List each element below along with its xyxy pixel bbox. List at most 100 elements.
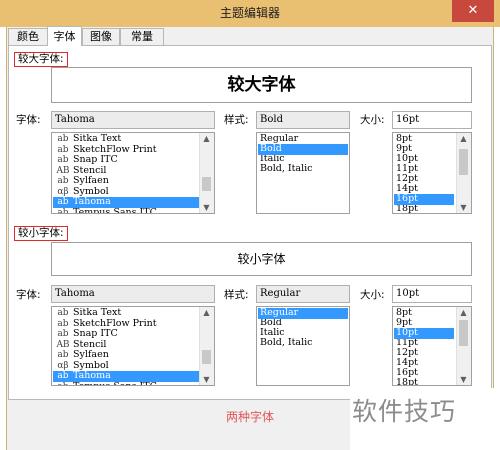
size-list-item[interactable]: 14pt: [394, 183, 454, 195]
font-type-icon: ab: [57, 197, 69, 207]
font-list-item[interactable]: abTempus Sans ITC: [53, 381, 199, 386]
font-list-item[interactable]: AB Stencil: [53, 164, 199, 177]
close-button[interactable]: ✕: [452, 0, 494, 22]
font-list-item[interactable]: ab Sitka Text: [53, 307, 199, 319]
size-list-item[interactable]: 16pt: [394, 193, 454, 205]
scroll-up-icon[interactable]: ▲: [200, 307, 213, 318]
size-list-item[interactable]: 8pt: [394, 133, 454, 145]
font-type-icon: ab: [57, 176, 69, 186]
size-list-item[interactable]: 10pt: [394, 153, 454, 165]
large-size-list[interactable]: 18pt 16pt 14pt 12pt 11pt 10pt 9pt 8pt ▲ ▼: [392, 132, 472, 214]
font-type-icon: ab: [57, 144, 69, 155]
style-list-item[interactable]: Bold, Italic: [258, 163, 348, 175]
tab-images[interactable]: 图像: [82, 28, 120, 45]
font-type-icon: AB: [56, 165, 70, 176]
font-list-item[interactable]: ab Tahoma: [53, 196, 199, 208]
scroll-thumb[interactable]: [459, 320, 468, 346]
size-list-item[interactable]: 9pt: [394, 143, 454, 155]
small-style-list[interactable]: Bold, Italic Italic Bold Regular: [256, 306, 350, 386]
scroll-up-icon[interactable]: ▲: [200, 133, 213, 144]
font-list-item[interactable]: αβ Symbol: [53, 185, 199, 198]
large-size-field[interactable]: 16pt: [392, 111, 472, 129]
font-type-icon: ab: [57, 329, 69, 339]
scroll-thumb[interactable]: [202, 177, 211, 191]
size-list-item[interactable]: 12pt: [394, 347, 454, 359]
style-list-item[interactable]: Bold, Italic: [258, 337, 348, 349]
font-list-item[interactable]: ab SketchFlow Print: [53, 317, 199, 330]
font-name: SketchFlow Print: [73, 317, 157, 329]
font-type-icon: ab: [53, 382, 73, 386]
size-list-item[interactable]: 14pt: [394, 357, 454, 369]
size-list-item[interactable]: 9pt: [394, 317, 454, 329]
size-list-item[interactable]: 18pt: [394, 203, 454, 213]
style-list-item[interactable]: Italic: [258, 327, 348, 339]
large-style-list[interactable]: Bold, Italic Italic Bold Regular: [256, 132, 350, 214]
font-list-item[interactable]: αβ Symbol: [53, 360, 199, 372]
size-list-item[interactable]: 16pt: [394, 367, 454, 379]
font-list-item[interactable]: ab Tahoma: [53, 370, 199, 382]
large-style-field[interactable]: Bold: [256, 111, 350, 129]
style-list-item[interactable]: Bold: [258, 143, 348, 155]
font-type-icon: ab: [57, 350, 69, 360]
size-list-item[interactable]: 11pt: [394, 163, 454, 175]
small-size-field[interactable]: 10pt: [392, 285, 472, 303]
size-list-item[interactable]: 8pt: [394, 307, 454, 319]
large-font-field[interactable]: Tahoma: [51, 111, 215, 129]
size-list-item[interactable]: 12pt: [394, 173, 454, 185]
small-font-field[interactable]: Tahoma: [51, 285, 215, 303]
font-list-item[interactable]: ab Sitka Text: [53, 133, 199, 145]
size-list-item[interactable]: 11pt: [394, 337, 454, 349]
large-font-list[interactable]: ab Tempus Sans ITC ab Tahoma αβ Symbol ab Sylfa…: [51, 132, 215, 214]
large-style-label: 样式:: [224, 114, 249, 126]
font-name: Sylfaen: [73, 349, 109, 360]
font-type-icon: ab: [57, 155, 69, 165]
style-list-item[interactable]: Bold: [258, 317, 348, 329]
large-font-label: 字体:: [16, 114, 41, 126]
font-list-item[interactable]: AB Stencil: [53, 339, 199, 351]
font-type-icon: ab: [57, 134, 69, 144]
scroll-up-icon[interactable]: ▲: [457, 133, 470, 144]
large-font-group-label: 较大字体:: [14, 52, 68, 67]
font-name: Tempus Sans ITC: [73, 206, 157, 214]
small-size-list-scrollbar[interactable]: ▲ ▼: [456, 307, 471, 385]
font-list-item[interactable]: ab Sylfaen: [53, 349, 199, 361]
large-size-label: 大小:: [360, 114, 385, 126]
font-name: Sitka Text: [73, 307, 122, 318]
font-list-item[interactable]: abTempus Sans ITC: [53, 206, 199, 214]
style-list-item[interactable]: Regular: [258, 307, 348, 319]
scroll-up-icon[interactable]: ▲: [457, 307, 470, 318]
scroll-thumb[interactable]: [459, 149, 468, 175]
font-name: Tahoma: [73, 370, 111, 381]
large-size-list-scrollbar[interactable]: ▲ ▼: [456, 133, 471, 213]
font-list-item[interactable]: ab Sylfaen: [53, 175, 199, 187]
small-style-field[interactable]: Regular: [256, 285, 350, 303]
font-name: Sylfaen: [73, 175, 109, 186]
font-name: Symbol: [73, 185, 109, 197]
font-type-icon: AB: [56, 339, 70, 350]
small-size-list[interactable]: 18pt 16pt 14pt 12pt 11pt 10pt 9pt 8pt ▲ ▼: [392, 306, 472, 386]
small-size-label: 大小:: [360, 289, 385, 301]
scroll-down-icon[interactable]: ▼: [200, 374, 213, 385]
size-list-item[interactable]: 10pt: [394, 327, 454, 339]
font-list-item[interactable]: ab Snap ITC: [53, 154, 199, 166]
small-font-list-scrollbar[interactable]: ▲ ▼: [199, 307, 214, 385]
scroll-thumb[interactable]: [202, 350, 211, 364]
font-list-item[interactable]: ab Snap ITC: [53, 328, 199, 340]
font-type-icon: ab: [57, 308, 69, 318]
style-list-item[interactable]: Regular: [258, 133, 348, 145]
scroll-down-icon[interactable]: ▼: [200, 202, 213, 213]
font-type-icon: ab: [57, 318, 69, 329]
font-name: Stencil: [73, 164, 107, 176]
tab-fonts[interactable]: 字体: [47, 26, 82, 46]
tab-constants[interactable]: 常量: [120, 28, 164, 45]
small-font-list[interactable]: abTempus Sans ITCabTahomaαβSymbolabSylfa…: [51, 306, 215, 386]
scroll-down-icon[interactable]: ▼: [457, 374, 470, 385]
font-list-item[interactable]: ab SketchFlow Print: [53, 143, 199, 156]
scroll-down-icon[interactable]: ▼: [457, 202, 470, 213]
size-list-item[interactable]: 18pt: [394, 377, 454, 385]
large-font-list-scrollbar[interactable]: ▲ ▼: [199, 133, 214, 213]
style-list-item[interactable]: Italic: [258, 153, 348, 165]
font-name: SketchFlow Print: [73, 143, 157, 155]
tab-colors[interactable]: 颜色: [8, 28, 48, 45]
font-name: Snap ITC: [73, 328, 118, 339]
